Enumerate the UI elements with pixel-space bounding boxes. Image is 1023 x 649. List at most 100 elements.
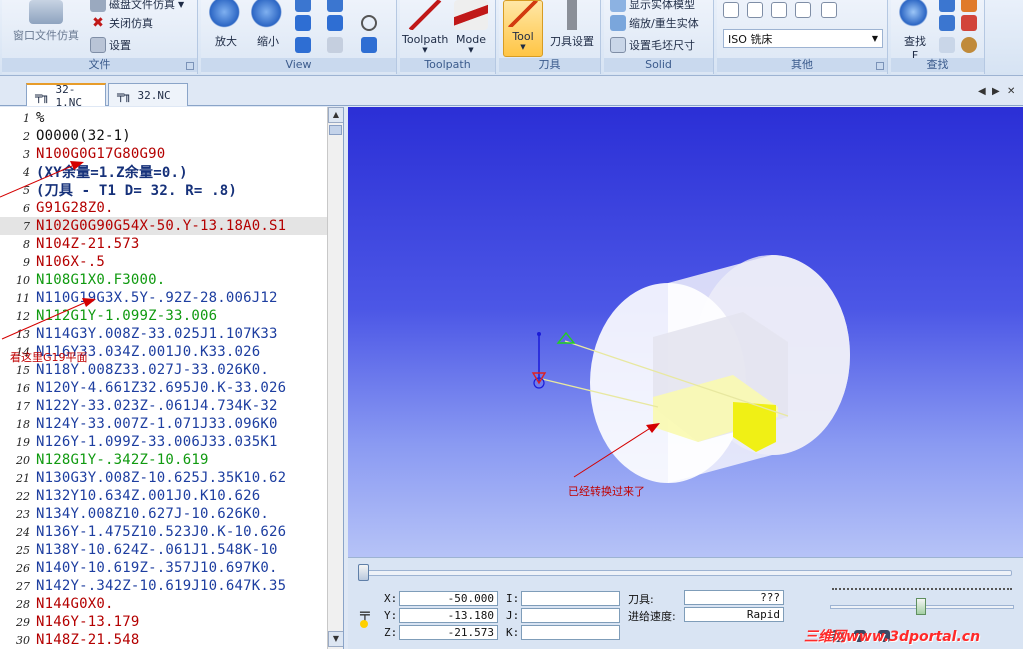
tool-settings-button[interactable]: 刀具设置 xyxy=(545,0,599,49)
code-line[interactable]: 12 N112G1Y-1.099Z-33.006 xyxy=(0,307,328,325)
stock-cylinder xyxy=(590,255,850,483)
editor-scrollbar[interactable]: ▲ ▼ xyxy=(327,107,343,649)
view-iso-icon[interactable] xyxy=(295,37,311,53)
code-line[interactable]: 4 (XY余量=1.Z余量=0.) xyxy=(0,163,328,181)
code-line[interactable]: 27 N142Y-.342Z-10.619J10.647K.35 xyxy=(0,577,328,595)
code-line[interactable]: 11 N110G19G3X.5Y-.92Z-28.006J12 xyxy=(0,289,328,307)
goto-line-icon[interactable] xyxy=(939,37,955,53)
regen-icon xyxy=(610,15,626,31)
sort-down-icon[interactable] xyxy=(961,15,977,31)
zoom-window-icon[interactable] xyxy=(295,0,311,12)
code-line[interactable]: 29 N146Y-13.179 xyxy=(0,613,328,631)
view-refresh-icon[interactable] xyxy=(361,15,377,31)
zoom-out-button[interactable]: 缩小 xyxy=(249,0,287,49)
line-number: 23 xyxy=(16,507,30,521)
close-sim-button[interactable]: ✖ 关闭仿真 xyxy=(90,15,153,31)
code-line[interactable]: 24 N136Y-1.475Z10.523J0.K-10.626 xyxy=(0,523,328,541)
code-line[interactable]: 23 N134Y.008Z10.627J-10.626K0. xyxy=(0,505,328,523)
tool-group-label: 刀具 xyxy=(499,58,600,72)
code-line[interactable]: 21 N130G3Y.008Z-10.625J.35K10.62 xyxy=(0,469,328,487)
view-cube-icon[interactable] xyxy=(295,15,311,31)
code-line[interactable]: 9 N106X-.5 xyxy=(0,253,328,271)
code-line[interactable]: 1% xyxy=(0,109,328,127)
tool-icon xyxy=(506,1,540,27)
tab-scroll-left-icon[interactable]: ◀ xyxy=(978,86,986,97)
machine-select[interactable]: ISO 铣床 ▼ xyxy=(723,29,883,48)
line-number: 28 xyxy=(16,597,30,611)
window-file-sim-button[interactable]: 窗口文件仿真 xyxy=(8,0,84,43)
speed-slider-thumb[interactable] xyxy=(916,598,926,615)
memory-icon[interactable] xyxy=(747,2,763,18)
code-line[interactable]: 20 N128G1Y-.342Z-10.619 xyxy=(0,451,328,469)
scroll-up-icon[interactable]: ▲ xyxy=(328,107,343,123)
code-line[interactable]: 28 N144G0X0. xyxy=(0,595,328,613)
disk-file-sim-button[interactable]: 磁盘文件仿真 ▼ xyxy=(90,0,184,12)
options-icon[interactable] xyxy=(961,37,977,53)
line-number: 17 xyxy=(16,399,30,413)
view-front-icon[interactable] xyxy=(327,15,343,31)
toolpath-button[interactable]: Toolpath ▼ xyxy=(402,0,448,54)
code-line[interactable]: 5 (刀具 - T1 D= 32. R= .8) xyxy=(0,181,328,199)
tab-scroll-right-icon[interactable]: ▶ xyxy=(992,86,1000,97)
ribbon-group-view: 放大 缩小 View xyxy=(201,0,397,74)
code-line[interactable]: 8 N104Z-21.573 xyxy=(0,235,328,253)
sort-up-icon[interactable] xyxy=(961,0,977,12)
find-label: 查找 xyxy=(904,35,926,48)
code-line[interactable]: 30 N148Z-21.548 xyxy=(0,631,328,649)
code-line[interactable]: 10 N108G1X0.F3000. xyxy=(0,271,328,289)
toolpath-label: Toolpath xyxy=(402,33,449,46)
ribbon-group-file: 窗口文件仿真 磁盘文件仿真 ▼ ✖ 关闭仿真 设置 文件 xyxy=(2,0,198,74)
zoom-in-button[interactable]: 放大 xyxy=(207,0,245,49)
find-prev-icon[interactable] xyxy=(939,15,955,31)
ribbon-group-tool: Tool ▼ 刀具设置 刀具 xyxy=(499,0,601,74)
code-line[interactable]: 16 N120Y-4.661Z32.695J0.K-33.026 xyxy=(0,379,328,397)
settings-label: 设置 xyxy=(109,39,131,52)
show-solid-label: 显示实体模型 xyxy=(629,0,695,11)
find-button[interactable]: 查找 F xyxy=(895,0,935,62)
tab-32-1-nc[interactable]: ╤╖ 32-1.NC xyxy=(26,83,106,109)
code-line[interactable]: 22 N132Y10.634Z.001J0.K10.626 xyxy=(0,487,328,505)
tool-button[interactable]: Tool ▼ xyxy=(503,0,543,57)
solid-group-label: Solid xyxy=(604,58,713,72)
code-line[interactable]: 17 N122Y-33.023Z-.061J4.734K-32 xyxy=(0,397,328,415)
split-view-icon[interactable] xyxy=(795,2,811,18)
view-shaded-icon[interactable] xyxy=(361,37,377,53)
scroll-down-icon[interactable]: ▼ xyxy=(328,631,343,647)
line-number: 6 xyxy=(23,201,30,215)
scroll-thumb[interactable] xyxy=(329,125,342,135)
file-group-launcher[interactable] xyxy=(186,62,194,70)
chevron-down-icon: ▼ xyxy=(468,46,474,54)
code-line[interactable]: 19 N126Y-1.099Z-33.006J33.035K1 xyxy=(0,433,328,451)
progress-slider-thumb[interactable] xyxy=(358,564,369,581)
line-number: 20 xyxy=(16,453,30,467)
code-line[interactable]: 26 N140Y-10.619Z-.357J10.697K0. xyxy=(0,559,328,577)
tab-close-icon[interactable]: ✕ xyxy=(1007,86,1015,97)
rotate-view-icon[interactable] xyxy=(327,0,343,12)
find-next-icon[interactable] xyxy=(939,0,955,12)
code-line[interactable]: 3 N100G0G17G80G90 xyxy=(0,145,328,163)
zoom-regen-button[interactable]: 缩放/重生实体 xyxy=(610,15,699,31)
line-number: 4 xyxy=(23,165,30,179)
code-line[interactable]: 2 O0000(32-1) xyxy=(0,127,328,145)
chart-icon[interactable] xyxy=(723,2,739,18)
settings-button[interactable]: 设置 xyxy=(90,37,131,53)
code-line[interactable]: 6 G91G28Z0. xyxy=(0,199,328,217)
show-solid-button[interactable]: 显示实体模型 xyxy=(610,0,695,12)
tool-settings-label: 刀具设置 xyxy=(550,35,594,48)
code-line[interactable]: 25 N138Y-10.624Z-.061J1.548K-10 xyxy=(0,541,328,559)
window-icon[interactable] xyxy=(771,2,787,18)
code-text: O0000(32-1) xyxy=(36,128,131,144)
line-number: 27 xyxy=(16,579,30,593)
simulation-viewport[interactable]: 已经转换过来了 xyxy=(348,107,1023,557)
other-group-launcher[interactable] xyxy=(876,62,884,70)
code-line[interactable]: 7 N102G0G90G54X-50.Y-13.18A0.S1 xyxy=(0,217,328,235)
tab-32-nc[interactable]: ╤╖ 32.NC xyxy=(108,83,188,106)
code-line[interactable]: 13 N114G3Y.008Z-33.025J1.107K33 xyxy=(0,325,328,343)
nc-code-editor[interactable]: 1% 2 O0000(32-1) 3 N100G0G17G80G90 4 (XY余量=1.Z… xyxy=(0,107,344,649)
stock-size-button[interactable]: 设置毛坯尺寸 xyxy=(610,37,695,53)
dxf-icon[interactable] xyxy=(821,2,837,18)
progress-slider[interactable] xyxy=(360,570,1012,576)
code-line[interactable]: 18 N124Y-33.007Z-1.071J33.096K0 xyxy=(0,415,328,433)
mode-button[interactable]: Mode ▼ xyxy=(450,0,492,54)
view-wire-icon[interactable] xyxy=(327,37,343,53)
